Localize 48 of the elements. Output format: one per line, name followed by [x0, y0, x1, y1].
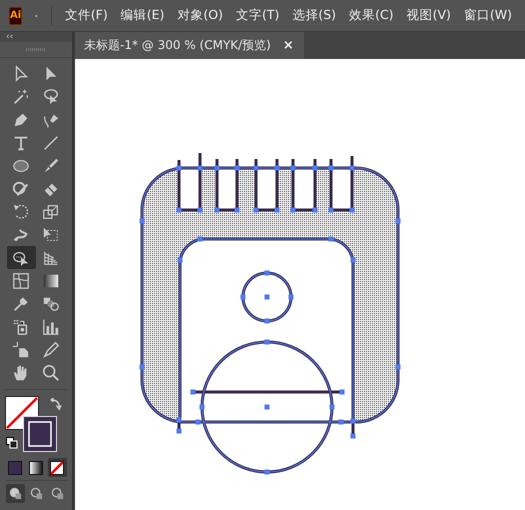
overlap-circles-icon: [8, 487, 22, 500]
lasso-icon: [42, 88, 60, 106]
app-logo: Ai: [9, 6, 22, 24]
perspective-grid-icon: [42, 248, 60, 266]
default-colors-icon[interactable]: [6, 437, 18, 449]
gradient-swatch-icon: [29, 460, 43, 474]
menu-item[interactable]: 编辑(E): [120, 7, 164, 24]
free-transform-icon: [42, 226, 60, 244]
menu-item[interactable]: 选择(S): [292, 7, 336, 24]
menu-item[interactable]: 窗口(W): [464, 7, 512, 24]
pen-icon: [12, 110, 30, 128]
mesh-icon: [12, 272, 30, 290]
zoom-icon: [42, 364, 60, 382]
menu-item[interactable]: 对象(O): [177, 7, 223, 24]
menu-item[interactable]: 效果(C): [349, 7, 394, 24]
stroke-swatch[interactable]: [23, 416, 57, 452]
bar-chart-icon: [42, 318, 60, 336]
menu-item[interactable]: 文字(T): [236, 7, 280, 24]
document-tab[interactable]: 未标题-1* @ 300 % (CMYK/预览) ×: [75, 32, 304, 59]
draw-mode-button[interactable]: [6, 484, 24, 503]
icon-artwork-drawing[interactable]: [140, 152, 400, 474]
none-swatch-icon: [50, 460, 64, 474]
shaper-icon: [12, 180, 30, 198]
artboard-icon: [12, 340, 30, 358]
color-mode-button[interactable]: [6, 458, 24, 477]
brush-icon: [42, 156, 60, 174]
menu-item[interactable]: 文件(F): [64, 7, 108, 24]
color-mode-button[interactable]: [48, 458, 66, 477]
menu-item[interactable]: 视图(V): [406, 7, 451, 24]
blend-icon: [42, 294, 60, 312]
document-title: 未标题-1* @ 300 % (CMYK/预览): [84, 37, 271, 54]
close-button[interactable]: ×: [282, 38, 294, 53]
scale-icon: [42, 202, 60, 220]
color-swatch-icon: [8, 460, 22, 474]
knife-icon: [42, 340, 60, 358]
overlap-circles-icon: [50, 487, 64, 500]
tool-button[interactable]: [6, 246, 36, 269]
spray-icon: [12, 318, 30, 336]
gradient-icon: [42, 272, 60, 290]
type-icon: [12, 134, 30, 152]
line-icon: [42, 134, 60, 152]
rotate-icon: [12, 202, 30, 220]
overlap-circles-icon: [30, 487, 42, 500]
eyedropper-icon: [12, 294, 30, 312]
swap-arrows-icon[interactable]: [49, 398, 62, 411]
wand-icon: [12, 88, 30, 106]
collapse-button[interactable]: ‹‹: [0, 32, 72, 42]
color-mode-button[interactable]: [26, 458, 46, 477]
